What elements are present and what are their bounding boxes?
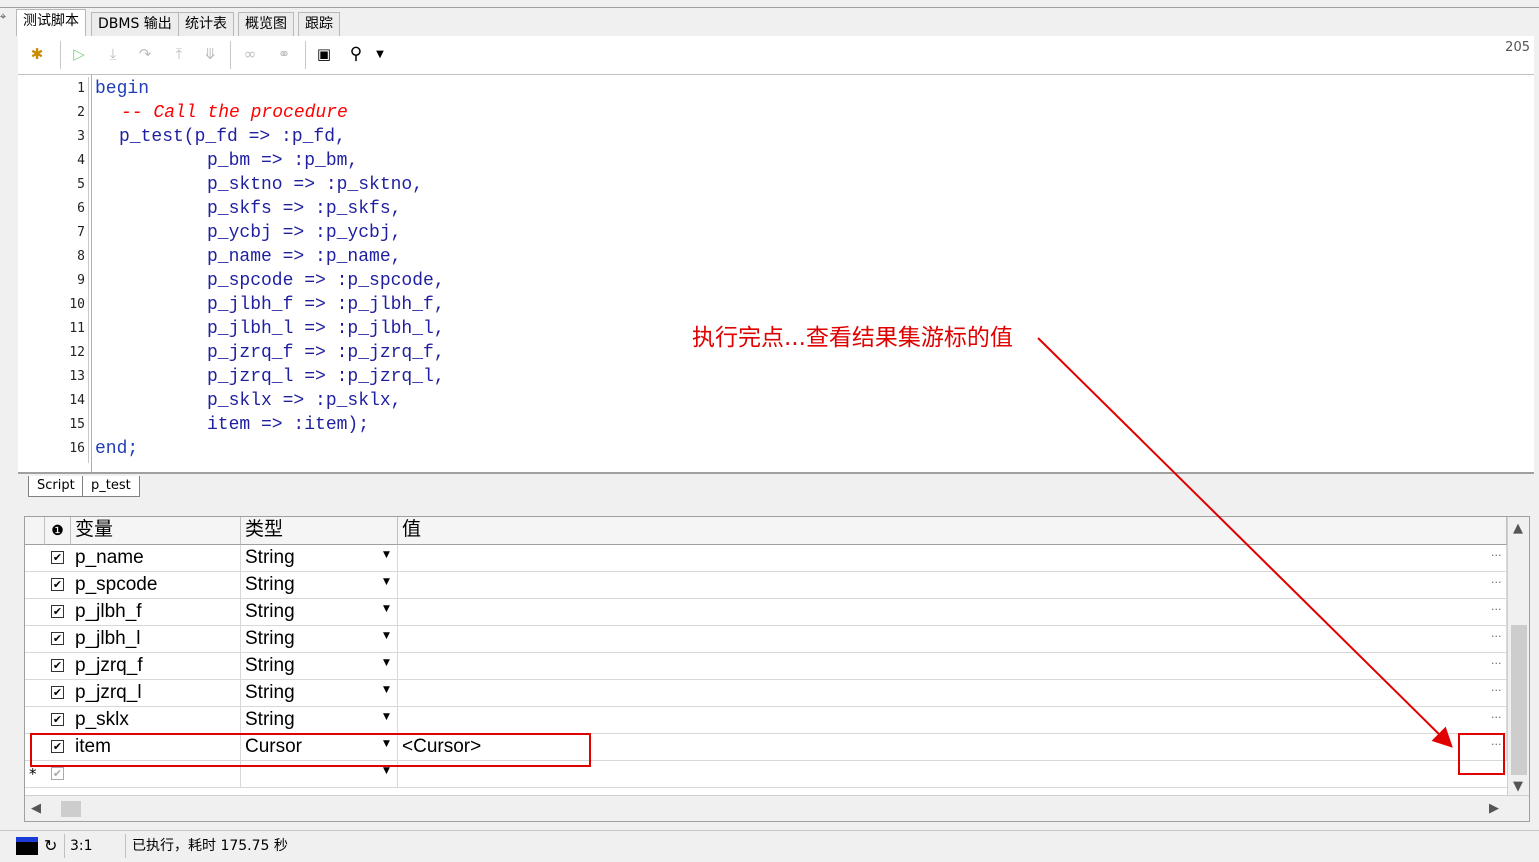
- status-bar: ↻ 3:1 已执行，耗时 175.75 秒: [0, 830, 1539, 862]
- refresh-icon[interactable]: ↻: [44, 836, 57, 855]
- status-separator: [64, 834, 65, 858]
- cursor-position: 3:1: [70, 838, 93, 854]
- execution-message: 已执行，耗时 175.75 秒: [132, 838, 288, 854]
- annotation-arrow: [1037, 337, 1453, 748]
- flag-icon: [16, 837, 38, 855]
- status-separator: [125, 834, 126, 858]
